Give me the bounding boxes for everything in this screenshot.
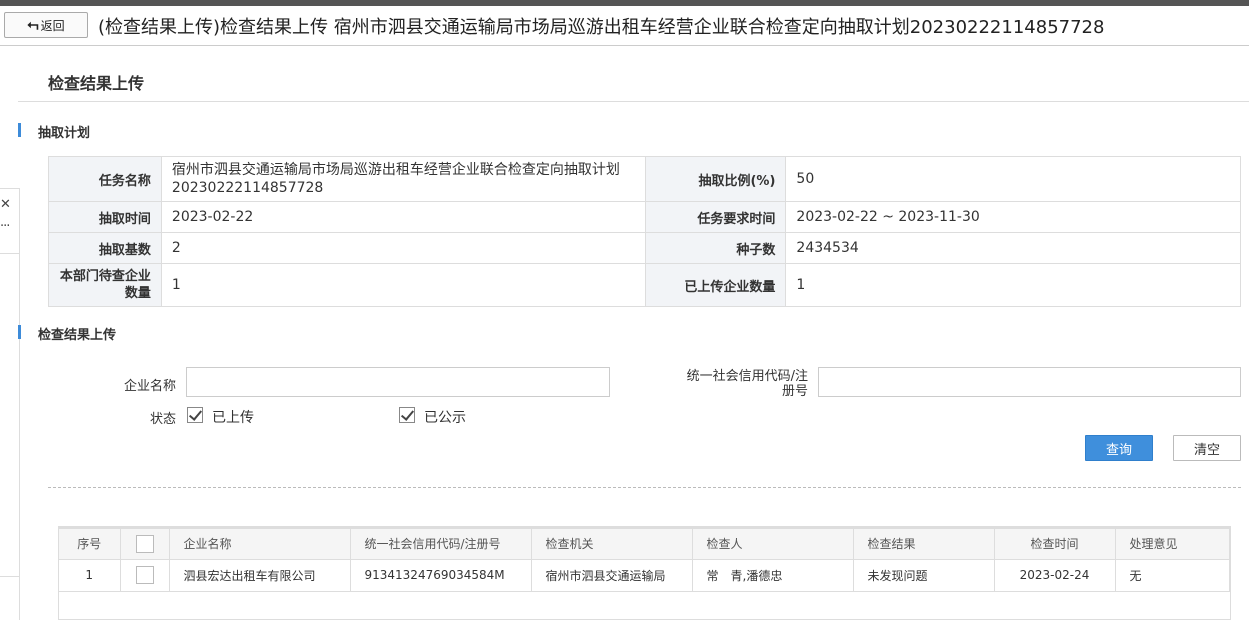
results-header-row: 序号 企业名称 统一社会信用代码/注册号 检查机关 检查人 检查结果 检查时间 … <box>59 529 1230 560</box>
plan-label: 种子数 <box>644 232 787 264</box>
plan-label: 抽取基数 <box>48 232 162 264</box>
uploaded-checkbox[interactable] <box>187 407 203 423</box>
plan-value: 1 <box>785 263 1241 307</box>
section-marker <box>18 123 21 137</box>
plan-row: 抽取时间 2023-02-22 任务要求时间 2023-02-22 ~ 2023… <box>48 201 1241 233</box>
row-date: 2023-02-24 <box>994 559 1116 592</box>
col-result-header[interactable]: 检查结果 <box>853 529 995 560</box>
plan-value: 宿州市泗县交通运输局市场局巡游出租车经营企业联合检查定向抽取计划20230222… <box>160 156 646 202</box>
plan-value: 1 <box>160 263 646 307</box>
row-checkbox[interactable] <box>135 566 154 584</box>
results-grid: 序号 企业名称 统一社会信用代码/注册号 检查机关 检查人 检查结果 检查时间 … <box>58 526 1231 620</box>
col-date-header[interactable]: 检查时间 <box>994 529 1116 560</box>
row-credit-code: 91341324769034584M <box>350 559 532 592</box>
heading-divider <box>18 101 1249 102</box>
row-select-cell <box>120 559 170 592</box>
plan-value: 50 <box>785 156 1241 202</box>
table-row[interactable]: 1 泗县宏达出租车有限公司 91341324769034584M 宿州市泗县交通… <box>59 559 1230 592</box>
row-company: 泗县宏达出租车有限公司 <box>169 559 351 592</box>
more-icon[interactable]: ··· <box>0 219 10 234</box>
col-company-header[interactable]: 企业名称 <box>169 529 351 560</box>
plan-section-title: 抽取计划 <box>38 126 91 141</box>
status-label: 状态 <box>149 412 176 427</box>
published-checkbox[interactable] <box>399 407 415 423</box>
plan-label: 已上传企业数量 <box>644 263 787 307</box>
back-arrow-icon: ⮢ <box>27 17 39 33</box>
col-index-header: 序号 <box>59 529 121 560</box>
plan-value: 2 <box>160 232 646 264</box>
row-agency: 宿州市泗县交通运输局 <box>531 559 693 592</box>
close-icon[interactable]: ✕ <box>0 197 11 212</box>
clear-button[interactable]: 清空 <box>1173 435 1241 461</box>
col-opinion-header[interactable]: 处理意见 <box>1115 529 1230 560</box>
plan-info-table: 任务名称 宿州市泗县交通运输局市场局巡游出租车经营企业联合检查定向抽取计划202… <box>48 156 1241 307</box>
plan-row: 任务名称 宿州市泗县交通运输局市场局巡游出租车经营企业联合检查定向抽取计划202… <box>48 156 1241 202</box>
col-inspector-header[interactable]: 检查人 <box>692 529 854 560</box>
plan-value: 2023-02-22 ~ 2023-11-30 <box>785 201 1241 233</box>
plan-value: 2434534 <box>785 232 1241 264</box>
select-all-header <box>120 529 170 560</box>
credit-code-label: 统一社会信用代码/注册号 <box>686 369 808 399</box>
row-result: 未发现问题 <box>853 559 995 592</box>
plan-label: 任务名称 <box>48 156 162 202</box>
select-all-checkbox[interactable] <box>135 534 154 553</box>
side-divider <box>0 576 20 577</box>
row-index: 1 <box>59 559 121 592</box>
plan-label: 任务要求时间 <box>644 201 787 233</box>
plan-label: 抽取时间 <box>48 201 162 233</box>
window-title: (检查结果上传)检查结果上传 宿州市泗县交通运输局市场局巡游出租车经营企业联合检… <box>98 17 1105 38</box>
credit-code-input[interactable] <box>818 367 1241 397</box>
upload-section-title: 检查结果上传 <box>38 328 117 343</box>
uploaded-checkbox-label: 已上传 <box>212 410 254 426</box>
col-credit-header[interactable]: 统一社会信用代码/注册号 <box>350 529 532 560</box>
dashed-divider <box>48 487 1241 488</box>
plan-label: 抽取比例(%) <box>644 156 787 202</box>
back-button[interactable]: ⮢ 返回 <box>4 12 88 38</box>
section-marker <box>18 325 21 339</box>
side-divider <box>0 253 20 254</box>
results-table: 序号 企业名称 统一社会信用代码/注册号 检查机关 检查人 检查结果 检查时间 … <box>59 529 1230 592</box>
page-title: 检查结果上传 <box>48 74 145 93</box>
side-panel: ✕ ··· <box>0 188 20 620</box>
plan-row: 本部门待查企业数量 1 已上传企业数量 1 <box>48 263 1241 307</box>
back-button-label: 返回 <box>40 18 65 33</box>
col-agency-header[interactable]: 检查机关 <box>531 529 693 560</box>
company-name-label: 企业名称 <box>123 379 176 394</box>
plan-row: 抽取基数 2 种子数 2434534 <box>48 232 1241 264</box>
title-bar: ⮢ 返回 (检查结果上传)检查结果上传 宿州市泗县交通运输局市场局巡游出租车经营… <box>0 6 1249 46</box>
published-checkbox-label: 已公示 <box>424 410 466 426</box>
plan-label: 本部门待查企业数量 <box>48 263 162 307</box>
row-opinion: 无 <box>1115 559 1230 592</box>
row-inspector: 常 青,潘德忠 <box>692 559 854 592</box>
plan-value: 2023-02-22 <box>160 201 646 233</box>
company-name-input[interactable] <box>186 367 610 397</box>
query-button[interactable]: 查询 <box>1085 435 1153 461</box>
